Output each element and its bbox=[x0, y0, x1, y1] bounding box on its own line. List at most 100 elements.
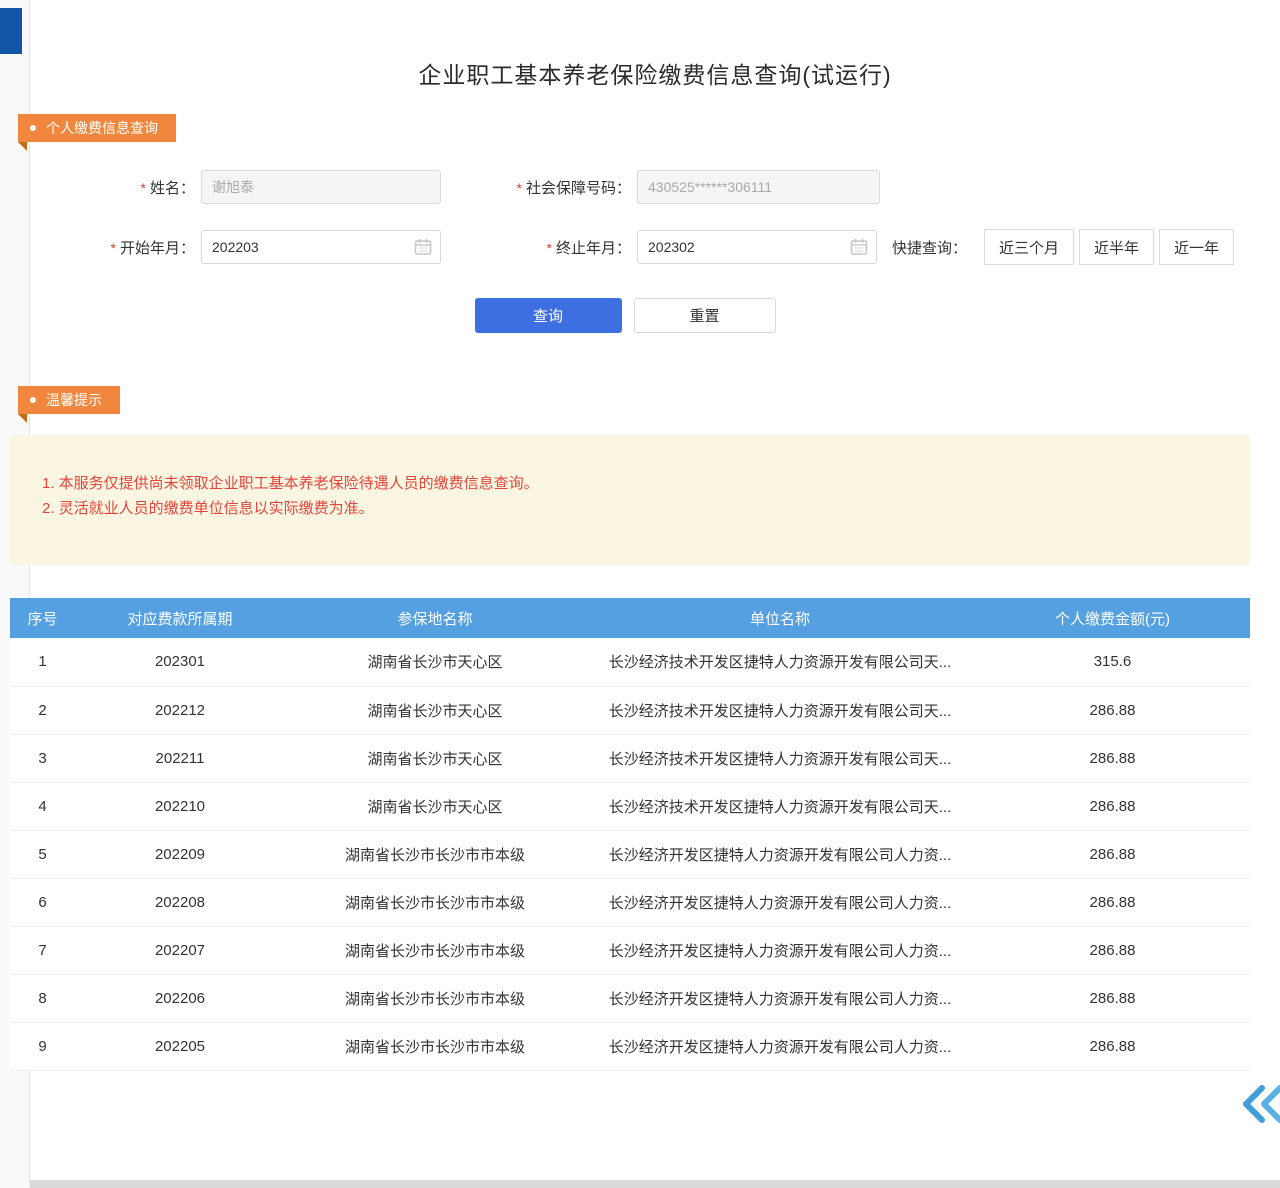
section-badge-tips: 温馨提示 bbox=[18, 386, 120, 414]
start-month-input[interactable] bbox=[201, 230, 441, 264]
sidebar-corner-tab[interactable] bbox=[0, 8, 22, 54]
header-period: 对应费款所属期 bbox=[75, 598, 285, 638]
cell-amount: 286.88 bbox=[975, 974, 1250, 1022]
required-star: * bbox=[111, 240, 116, 256]
header-company: 单位名称 bbox=[585, 598, 975, 638]
form-actions: 查询 重置 bbox=[0, 298, 1250, 333]
quick-query-group: 快捷查询： 近三个月 近半年 近一年 bbox=[892, 229, 1250, 265]
cell-period: 202206 bbox=[75, 974, 285, 1022]
cell-company: 长沙经济开发区捷特人力资源开发有限公司人力资... bbox=[585, 878, 975, 926]
quick-query-label: 快捷查询： bbox=[892, 237, 967, 258]
calendar-icon[interactable] bbox=[414, 238, 432, 256]
cell-amount: 286.88 bbox=[975, 1022, 1250, 1070]
cell-period: 202212 bbox=[75, 686, 285, 734]
table-header-row: 序号 对应费款所属期 参保地名称 单位名称 个人缴费金额(元) bbox=[10, 598, 1250, 638]
table-row[interactable]: 2 202212 湖南省长沙市天心区 长沙经济技术开发区捷特人力资源开发有限公司… bbox=[10, 686, 1250, 734]
tips-box: 1. 本服务仅提供尚未领取企业职工基本养老保险待遇人员的缴费信息查询。 2. 灵… bbox=[10, 435, 1250, 565]
calendar-icon[interactable] bbox=[850, 238, 868, 256]
cell-region: 湖南省长沙市长沙市市本级 bbox=[285, 1022, 585, 1070]
form-row-2: *开始年月： *终止年月： bbox=[0, 230, 1250, 264]
cell-region: 湖南省长沙市天心区 bbox=[285, 638, 585, 686]
query-form: *姓名： *社会保障号码： *开始年月： *终止年月： bbox=[0, 170, 1250, 290]
reset-button[interactable]: 重置 bbox=[634, 298, 776, 333]
cell-seq: 1 bbox=[10, 638, 75, 686]
tip-line-2: 2. 灵活就业人员的缴费单位信息以实际缴费为准。 bbox=[42, 496, 1250, 521]
cell-company: 长沙经济开发区捷特人力资源开发有限公司人力资... bbox=[585, 1022, 975, 1070]
cell-company: 长沙经济技术开发区捷特人力资源开发有限公司天... bbox=[585, 686, 975, 734]
table-row[interactable]: 3 202211 湖南省长沙市天心区 长沙经济技术开发区捷特人力资源开发有限公司… bbox=[10, 734, 1250, 782]
cell-seq: 5 bbox=[10, 830, 75, 878]
ssn-input[interactable] bbox=[637, 170, 880, 204]
header-amount: 个人缴费金额(元) bbox=[975, 598, 1250, 638]
cell-amount: 286.88 bbox=[975, 878, 1250, 926]
results-table: 序号 对应费款所属期 参保地名称 单位名称 个人缴费金额(元) 1 202301… bbox=[10, 598, 1250, 1071]
required-star: * bbox=[517, 180, 522, 196]
cell-region: 湖南省长沙市长沙市市本级 bbox=[285, 830, 585, 878]
end-month-input[interactable] bbox=[637, 230, 877, 264]
cell-period: 202211 bbox=[75, 734, 285, 782]
cell-amount: 286.88 bbox=[975, 782, 1250, 830]
ribbon-fold bbox=[18, 414, 27, 423]
required-star: * bbox=[547, 240, 552, 256]
cell-region: 湖南省长沙市长沙市市本级 bbox=[285, 878, 585, 926]
cell-period: 202208 bbox=[75, 878, 285, 926]
start-month-label: *开始年月： bbox=[60, 237, 195, 258]
page-title: 企业职工基本养老保险缴费信息查询(试运行) bbox=[30, 0, 1280, 90]
cell-region: 湖南省长沙市天心区 bbox=[285, 734, 585, 782]
cell-company: 长沙经济开发区捷特人力资源开发有限公司人力资... bbox=[585, 926, 975, 974]
cell-seq: 6 bbox=[10, 878, 75, 926]
cell-seq: 8 bbox=[10, 974, 75, 1022]
cell-company: 长沙经济开发区捷特人力资源开发有限公司人力资... bbox=[585, 830, 975, 878]
table-row[interactable]: 8 202206 湖南省长沙市长沙市市本级 长沙经济开发区捷特人力资源开发有限公… bbox=[10, 974, 1250, 1022]
tip-line-1: 1. 本服务仅提供尚未领取企业职工基本养老保险待遇人员的缴费信息查询。 bbox=[42, 471, 1250, 496]
cell-seq: 4 bbox=[10, 782, 75, 830]
bullet-dot-icon bbox=[30, 397, 36, 403]
cell-period: 202205 bbox=[75, 1022, 285, 1070]
cell-company: 长沙经济开发区捷特人力资源开发有限公司人力资... bbox=[585, 974, 975, 1022]
table-row[interactable]: 1 202301 湖南省长沙市天心区 长沙经济技术开发区捷特人力资源开发有限公司… bbox=[10, 638, 1250, 686]
cell-amount: 286.88 bbox=[975, 734, 1250, 782]
quick-btn-halfyear[interactable]: 近半年 bbox=[1079, 229, 1154, 265]
cell-period: 202301 bbox=[75, 638, 285, 686]
form-row-1: *姓名： *社会保障号码： bbox=[0, 170, 1250, 204]
cell-period: 202210 bbox=[75, 782, 285, 830]
double-left-chevron-icon[interactable] bbox=[1240, 1082, 1280, 1126]
cell-period: 202207 bbox=[75, 926, 285, 974]
cell-amount: 286.88 bbox=[975, 830, 1250, 878]
page: 企业职工基本养老保险缴费信息查询(试运行) 个人缴费信息查询 *姓名： *社会保… bbox=[0, 0, 1280, 1188]
table-row[interactable]: 9 202205 湖南省长沙市长沙市市本级 长沙经济开发区捷特人力资源开发有限公… bbox=[10, 1022, 1250, 1070]
cell-region: 湖南省长沙市天心区 bbox=[285, 782, 585, 830]
ribbon-fold bbox=[18, 142, 27, 151]
name-input[interactable] bbox=[201, 170, 441, 204]
cell-company: 长沙经济技术开发区捷特人力资源开发有限公司天... bbox=[585, 782, 975, 830]
section-badge-label: 温馨提示 bbox=[46, 386, 102, 414]
table-row[interactable]: 5 202209 湖南省长沙市长沙市市本级 长沙经济开发区捷特人力资源开发有限公… bbox=[10, 830, 1250, 878]
bullet-dot-icon bbox=[30, 125, 36, 131]
start-month-field bbox=[201, 230, 441, 264]
cell-amount: 286.88 bbox=[975, 686, 1250, 734]
bottom-scrollbar-track[interactable] bbox=[30, 1180, 1280, 1188]
quick-btn-3months[interactable]: 近三个月 bbox=[984, 229, 1074, 265]
table-row[interactable]: 4 202210 湖南省长沙市天心区 长沙经济技术开发区捷特人力资源开发有限公司… bbox=[10, 782, 1250, 830]
table-row[interactable]: 7 202207 湖南省长沙市长沙市市本级 长沙经济开发区捷特人力资源开发有限公… bbox=[10, 926, 1250, 974]
header-region: 参保地名称 bbox=[285, 598, 585, 638]
cell-region: 湖南省长沙市长沙市市本级 bbox=[285, 974, 585, 1022]
cell-period: 202209 bbox=[75, 830, 285, 878]
cell-company: 长沙经济技术开发区捷特人力资源开发有限公司天... bbox=[585, 734, 975, 782]
cell-region: 湖南省长沙市天心区 bbox=[285, 686, 585, 734]
end-month-label: *终止年月： bbox=[463, 237, 631, 258]
section-badge-personal-query: 个人缴费信息查询 bbox=[18, 114, 176, 142]
cell-seq: 7 bbox=[10, 926, 75, 974]
end-month-field bbox=[637, 230, 877, 264]
cell-region: 湖南省长沙市长沙市市本级 bbox=[285, 926, 585, 974]
cell-amount: 315.6 bbox=[975, 638, 1250, 686]
name-label: *姓名： bbox=[60, 177, 195, 198]
header-seq: 序号 bbox=[10, 598, 75, 638]
table-row[interactable]: 6 202208 湖南省长沙市长沙市市本级 长沙经济开发区捷特人力资源开发有限公… bbox=[10, 878, 1250, 926]
quick-btn-1year[interactable]: 近一年 bbox=[1159, 229, 1234, 265]
ssn-label: *社会保障号码： bbox=[463, 177, 631, 198]
query-button[interactable]: 查询 bbox=[475, 298, 622, 333]
cell-amount: 286.88 bbox=[975, 926, 1250, 974]
section-badge-label: 个人缴费信息查询 bbox=[46, 114, 158, 142]
cell-seq: 2 bbox=[10, 686, 75, 734]
